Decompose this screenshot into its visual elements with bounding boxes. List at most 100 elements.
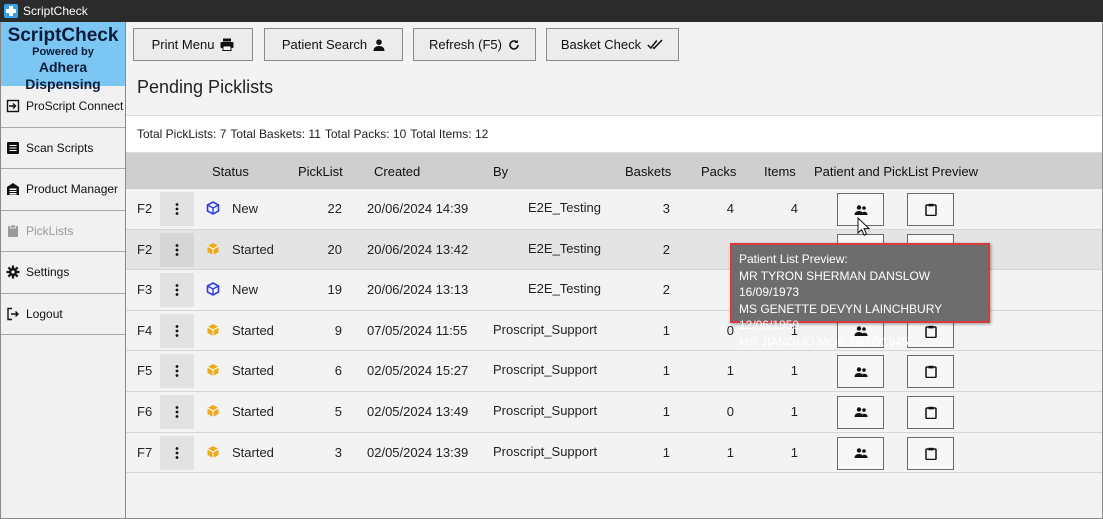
- picklist-preview-button[interactable]: [907, 436, 954, 470]
- row-baskets: 1: [662, 322, 670, 338]
- row-picklist: 5: [334, 403, 342, 419]
- row-menu-button[interactable]: [160, 232, 194, 267]
- row-items: 1: [790, 363, 798, 379]
- header-by[interactable]: By: [493, 164, 508, 179]
- patient-preview-button[interactable]: [837, 436, 884, 470]
- row-menu-button[interactable]: [160, 273, 194, 308]
- patient-preview-button[interactable]: [837, 395, 884, 429]
- row-shortcut-key: F2: [137, 241, 153, 257]
- header-picklist[interactable]: PickList: [298, 164, 343, 179]
- page-title: Pending Picklists: [137, 77, 274, 97]
- table-row[interactable]: F6 Started 5 02/05/2024 13:49 Proscript_…: [126, 391, 1102, 433]
- patients-icon: [854, 407, 868, 418]
- print-menu-button[interactable]: Print Menu: [133, 28, 253, 61]
- row-items: 1: [790, 444, 798, 460]
- row-menu-button[interactable]: [160, 192, 194, 226]
- picklist-preview-button[interactable]: [907, 395, 954, 429]
- row-created: 02/05/2024 13:39: [367, 444, 469, 460]
- row-menu-button[interactable]: [160, 394, 194, 429]
- row-shortcut-key: F4: [137, 322, 153, 338]
- row-packs: 0: [726, 403, 734, 419]
- sidebar-item-label: ProScript Connect: [26, 99, 124, 114]
- row-status: Started: [232, 363, 274, 379]
- table-row[interactable]: F5 Started 6 02/05/2024 15:27 Proscript_…: [126, 351, 1102, 392]
- row-status: Started: [232, 241, 274, 257]
- brand-powered-by: Powered by: [32, 46, 94, 58]
- row-picklist: 22: [327, 201, 342, 216]
- sidebar-item-label: Settings: [26, 265, 70, 280]
- basket-check-button[interactable]: Basket Check: [546, 28, 679, 61]
- sidebar-item-label: PickLists: [26, 223, 74, 238]
- row-baskets: 2: [662, 241, 670, 257]
- tooltip-patient-line: MR JIANGUO MOK 18/10/1945: [739, 334, 909, 349]
- basket-check-label: Basket Check: [560, 37, 642, 52]
- clipboard-icon: [924, 203, 937, 216]
- header-baskets[interactable]: Baskets: [625, 164, 671, 179]
- row-created: 02/05/2024 13:49: [367, 403, 469, 419]
- row-created: 20/06/2024 14:39: [367, 201, 469, 216]
- total-picklists: Total PickLists: 7: [137, 127, 227, 141]
- row-by: Proscript_Support: [493, 443, 598, 459]
- window-title: ScriptCheck: [23, 4, 88, 18]
- table-row[interactable]: F7 Started 3 02/05/2024 13:39 Proscript_…: [126, 432, 1102, 474]
- sidebar-item-picklists[interactable]: PickLists: [1, 211, 125, 252]
- row-menu-button[interactable]: [160, 354, 194, 389]
- row-baskets: 1: [662, 444, 670, 460]
- total-items: Total Items: 12: [410, 127, 489, 141]
- more-vertical-icon: [175, 446, 179, 459]
- app-logo-icon: [4, 4, 18, 18]
- table-header: Status PickList Created By Baskets Packs…: [126, 153, 1102, 189]
- started-status-icon: [207, 364, 219, 377]
- patient-list-preview-tooltip: Patient List Preview: MR TYRON SHERMAN D…: [730, 243, 990, 349]
- patients-icon: [854, 204, 868, 215]
- started-status-icon: [207, 242, 219, 255]
- row-items: 4: [790, 201, 798, 216]
- refresh-button[interactable]: Refresh (F5): [413, 28, 536, 61]
- row-by: E2E_Testing: [528, 200, 601, 215]
- header-packs[interactable]: Packs: [701, 164, 736, 179]
- logout-icon: [6, 307, 20, 321]
- gear-icon: [6, 265, 20, 279]
- header-created[interactable]: Created: [374, 164, 420, 179]
- row-menu-button[interactable]: [160, 313, 194, 348]
- header-items[interactable]: Items: [764, 164, 796, 179]
- sidebar-item-label: Product Manager: [26, 182, 119, 197]
- row-status: New: [232, 201, 259, 216]
- print-menu-label: Print Menu: [151, 37, 215, 52]
- clipboard-icon: [924, 366, 937, 379]
- refresh-icon: [509, 39, 519, 50]
- clipboard-icon: [924, 406, 937, 419]
- sidebar-item-settings[interactable]: Settings: [1, 252, 125, 294]
- picklist-preview-button[interactable]: [907, 355, 954, 389]
- refresh-label: Refresh (F5): [429, 37, 502, 52]
- warehouse-icon: [6, 182, 20, 196]
- row-packs: 0: [726, 322, 734, 338]
- more-vertical-icon: [175, 324, 179, 337]
- printer-icon: [220, 38, 234, 51]
- row-shortcut-key: F5: [137, 363, 153, 379]
- row-baskets: 1: [662, 403, 670, 419]
- row-created: 07/05/2024 11:55: [367, 322, 468, 338]
- row-created: 20/06/2024 13:42: [367, 241, 469, 257]
- row-picklist: 3: [334, 444, 342, 460]
- patient-search-button[interactable]: Patient Search: [264, 28, 403, 61]
- sidebar-item-logout[interactable]: Logout: [1, 294, 125, 335]
- summary-bar: Total PickLists: 7 Total Baskets: 11 Tot…: [126, 115, 1102, 153]
- patient-preview-button[interactable]: [837, 355, 884, 389]
- row-shortcut-key: F7: [137, 444, 153, 460]
- header-status[interactable]: Status: [212, 164, 249, 179]
- table-row[interactable]: F2 New 22 20/06/2024 14:39 E2E_Testing 3…: [126, 189, 1102, 230]
- new-status-icon: [206, 201, 220, 215]
- row-menu-button[interactable]: [160, 435, 194, 470]
- user-icon: [373, 38, 385, 51]
- started-status-icon: [207, 404, 219, 417]
- more-vertical-icon: [175, 406, 179, 418]
- picklist-preview-button[interactable]: [907, 193, 954, 226]
- login-icon: [6, 99, 20, 113]
- sidebar-item-product-manager[interactable]: Product Manager: [1, 169, 125, 211]
- started-status-icon: [207, 445, 219, 458]
- row-picklist: 6: [334, 363, 342, 379]
- tooltip-title: Patient List Preview:: [739, 252, 848, 266]
- sidebar-item-scan-scripts[interactable]: Scan Scripts: [1, 128, 125, 169]
- started-status-icon: [207, 323, 219, 336]
